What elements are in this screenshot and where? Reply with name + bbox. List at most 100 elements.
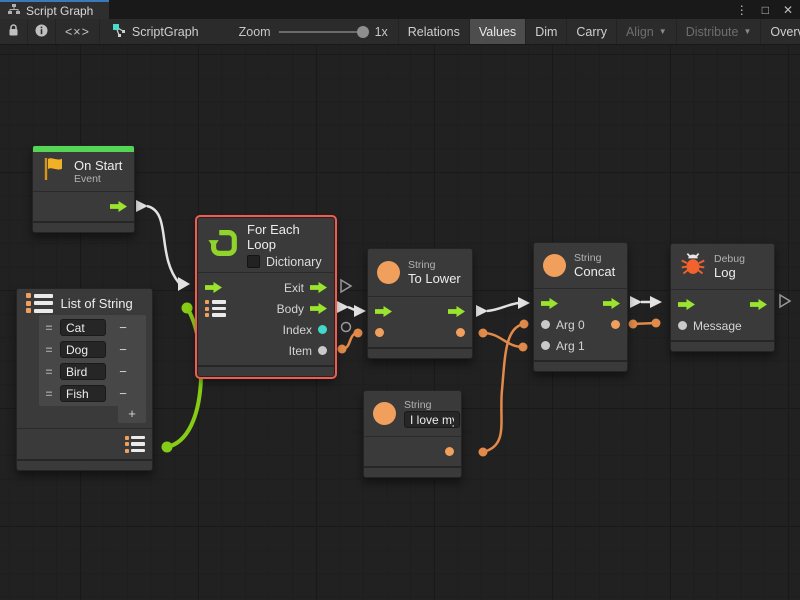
graph-toolbar: <×> ScriptGraph Zoom 1x Relations Values… bbox=[0, 19, 800, 45]
node-for-each-loop[interactable]: For Each Loop Dictionary Exit bbox=[197, 217, 335, 377]
chevron-down-icon: ▼ bbox=[743, 27, 751, 36]
flow-out-port[interactable] bbox=[110, 201, 127, 212]
node-footer bbox=[534, 360, 627, 371]
node-concat[interactable]: String Concat Arg 0 Arg 1 bbox=[533, 242, 628, 372]
dictionary-checkbox[interactable] bbox=[247, 255, 260, 268]
list-item-field[interactable] bbox=[60, 319, 106, 336]
zoom-slider-handle[interactable] bbox=[357, 26, 369, 38]
toolbar-button-carry[interactable]: Carry bbox=[567, 19, 617, 44]
drag-handle[interactable]: = bbox=[43, 365, 55, 379]
chevron-down-icon: ▼ bbox=[659, 27, 667, 36]
string-icon bbox=[373, 402, 396, 425]
port-label-item: Item bbox=[289, 344, 312, 358]
string-value-field[interactable] bbox=[404, 411, 460, 428]
zoom-label: Zoom bbox=[239, 25, 271, 39]
flag-icon bbox=[42, 156, 66, 187]
wire-foreach-body-to-tolower[interactable] bbox=[337, 301, 366, 317]
port-label-body: Body bbox=[277, 302, 304, 316]
list-out-port[interactable] bbox=[125, 436, 146, 453]
port-label-message: Message bbox=[693, 319, 742, 333]
info-button[interactable] bbox=[28, 19, 56, 44]
flow-out-port[interactable] bbox=[448, 306, 465, 317]
wire-onstart-to-foreach[interactable] bbox=[136, 200, 190, 291]
wire-foreach-item-to-tolower[interactable] bbox=[338, 329, 363, 354]
toolbar-button-align[interactable]: Align ▼ bbox=[617, 19, 677, 44]
node-title: Log bbox=[714, 265, 745, 280]
wire-list-to-foreach[interactable] bbox=[162, 303, 202, 453]
arg1-in-port[interactable] bbox=[541, 341, 550, 350]
window-close-button[interactable]: ✕ bbox=[776, 3, 800, 17]
node-debug-log[interactable]: Debug Log Message bbox=[670, 243, 775, 352]
node-footer bbox=[17, 459, 152, 470]
toolbar-button-distribute[interactable]: Distribute ▼ bbox=[677, 19, 762, 44]
value-out-port[interactable] bbox=[445, 447, 454, 456]
remove-item-button[interactable]: − bbox=[111, 363, 135, 380]
wire-concat-to-message[interactable] bbox=[629, 319, 661, 329]
list-in-port[interactable] bbox=[205, 300, 226, 317]
checkbox-label: Dictionary bbox=[266, 255, 322, 269]
index-out-port[interactable] bbox=[318, 325, 327, 334]
flow-in-port[interactable] bbox=[205, 282, 222, 293]
result-out-port[interactable] bbox=[611, 320, 620, 329]
add-item-button[interactable]: + bbox=[118, 406, 146, 423]
code-preview-button[interactable]: <×> bbox=[56, 19, 100, 44]
wire-tolower-to-arg1[interactable] bbox=[479, 329, 528, 352]
graph-breadcrumb[interactable]: ScriptGraph bbox=[100, 19, 211, 44]
flow-in-port[interactable] bbox=[678, 299, 695, 310]
value-out-port[interactable] bbox=[456, 328, 465, 337]
tab-script-graph[interactable]: Script Graph bbox=[0, 0, 109, 19]
node-category: Debug bbox=[714, 253, 745, 265]
loop-icon bbox=[207, 227, 239, 264]
toolbar-button-overview[interactable]: Overview bbox=[761, 19, 800, 44]
node-title: Concat bbox=[574, 264, 615, 279]
remove-item-button[interactable]: − bbox=[111, 341, 135, 358]
port-label-arg1: Arg 1 bbox=[556, 339, 585, 353]
body-out-port[interactable] bbox=[310, 303, 327, 314]
hierarchy-icon bbox=[8, 4, 20, 18]
lock-button[interactable] bbox=[0, 19, 28, 44]
window-maximize-button[interactable]: □ bbox=[755, 3, 776, 17]
wire-tolower-to-concat[interactable] bbox=[476, 297, 530, 317]
node-on-start[interactable]: On Start Event bbox=[32, 145, 135, 233]
node-subtitle: Event bbox=[74, 173, 122, 185]
index-port-indicator bbox=[342, 323, 351, 332]
drag-handle[interactable]: = bbox=[43, 343, 55, 357]
zoom-slider[interactable] bbox=[279, 31, 367, 33]
wire-concat-to-log[interactable] bbox=[630, 296, 662, 308]
toolbar-button-relations[interactable]: Relations bbox=[399, 19, 470, 44]
exit-out-port[interactable] bbox=[310, 282, 327, 293]
flow-in-port[interactable] bbox=[375, 306, 392, 317]
node-footer bbox=[364, 466, 461, 477]
remove-item-button[interactable]: − bbox=[111, 385, 135, 402]
list-item-field[interactable] bbox=[60, 385, 106, 402]
node-to-lower[interactable]: String To Lower bbox=[367, 248, 473, 359]
bug-icon bbox=[680, 251, 706, 282]
item-out-port[interactable] bbox=[318, 346, 327, 355]
flow-out-port[interactable] bbox=[603, 298, 620, 309]
node-string-literal[interactable]: String bbox=[363, 390, 462, 478]
node-title: For Each Loop bbox=[247, 222, 325, 252]
arg0-in-port[interactable] bbox=[541, 320, 550, 329]
node-list-of-string[interactable]: List of String = − = − = − bbox=[16, 288, 153, 471]
string-icon bbox=[377, 261, 400, 284]
window-menu-button[interactable]: ⋮ bbox=[729, 3, 755, 17]
node-title: On Start bbox=[74, 158, 122, 173]
graph-canvas[interactable]: On Start Event List of String = bbox=[0, 45, 800, 600]
code-icon: <×> bbox=[65, 25, 90, 39]
window-tab-bar: Script Graph ⋮ □ ✕ bbox=[0, 0, 800, 19]
string-icon bbox=[543, 254, 566, 277]
node-footer bbox=[33, 221, 134, 232]
drag-handle[interactable]: = bbox=[43, 321, 55, 335]
drag-handle[interactable]: = bbox=[43, 387, 55, 401]
list-item-field[interactable] bbox=[60, 341, 106, 358]
toolbar-button-values[interactable]: Values bbox=[470, 19, 526, 44]
value-in-port[interactable] bbox=[375, 328, 384, 337]
node-footer bbox=[368, 347, 472, 358]
list-item-field[interactable] bbox=[60, 363, 106, 380]
remove-item-button[interactable]: − bbox=[111, 319, 135, 336]
flow-out-port[interactable] bbox=[750, 299, 767, 310]
message-in-port[interactable] bbox=[678, 321, 687, 330]
flow-in-port[interactable] bbox=[541, 298, 558, 309]
exit-port-indicator bbox=[341, 280, 351, 292]
toolbar-button-dim[interactable]: Dim bbox=[526, 19, 567, 44]
